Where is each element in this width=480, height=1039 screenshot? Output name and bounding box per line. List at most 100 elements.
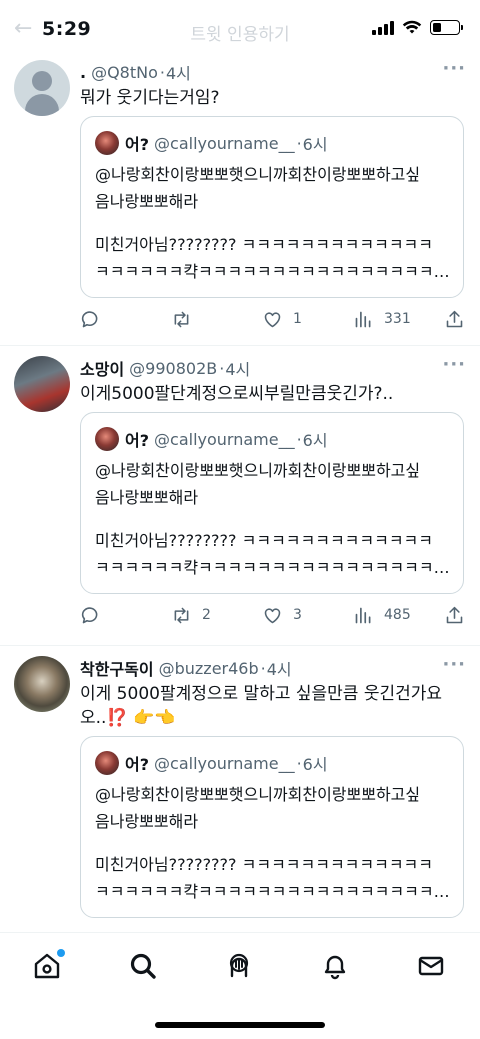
- display-name[interactable]: 소망이: [80, 356, 124, 380]
- quoted-time-separator: ·: [296, 753, 302, 773]
- views-button[interactable]: 485: [353, 605, 413, 626]
- retweet-count: 2: [202, 607, 211, 623]
- reply-feed[interactable]: . @Q8tNo · 4시 ··· 뭐가 웃기다는거임? 어? @callyou…: [0, 50, 480, 932]
- quoted-handle: @callyourname__: [154, 429, 295, 449]
- quoted-text-line: ㅋㅋㅋㅋㅋㅋ캭ㅋㅋㅋㅋㅋㅋㅋㅋㅋㅋㅋㅋㅋㅋㅋㅋㅋㅋㅋㅋ...: [95, 882, 453, 901]
- view-count: 331: [384, 311, 411, 327]
- quoted-text-line: 음나랑뽀뽀해라: [95, 192, 199, 211]
- home-indicator[interactable]: [155, 1022, 325, 1028]
- heart-icon: [264, 311, 281, 327]
- quoted-tweet-header: 어? @callyourname__ · 6시: [95, 131, 453, 155]
- heart-icon: [264, 607, 281, 623]
- display-name[interactable]: 착한구독이: [80, 656, 154, 680]
- time-separator: ·: [219, 358, 225, 378]
- tweet[interactable]: 소망이 @990802B · 4시 ··· 이게5000팔단계정으로씨부릴만큼웃…: [0, 346, 480, 646]
- avatar[interactable]: [14, 656, 70, 712]
- views-chart-icon: [355, 607, 371, 623]
- tweet-header: 소망이 @990802B · 4시: [80, 356, 464, 380]
- battery-level: [433, 23, 442, 32]
- quoted-avatar: [95, 131, 119, 155]
- more-options-icon[interactable]: ···: [442, 354, 466, 375]
- tab-notifications[interactable]: [320, 951, 352, 983]
- quoted-handle: @callyourname__: [154, 133, 295, 153]
- more-options-icon[interactable]: ···: [442, 58, 466, 79]
- tab-home[interactable]: [32, 949, 65, 983]
- retweet-button[interactable]: 2: [171, 605, 231, 626]
- time-separator: ·: [260, 658, 266, 678]
- quoted-text-line: ㅋㅋㅋㅋㅋㅋ캭ㅋㅋㅋㅋㅋㅋㅋㅋㅋㅋㅋㅋㅋㅋㅋㅋㅋㅋㅋㅋ...: [95, 558, 453, 577]
- quoted-text-line: @나랑회찬이랑뽀뽀햇으니까회찬이랑뽀뽀하고싶: [95, 461, 421, 480]
- timestamp[interactable]: 4시: [166, 60, 191, 84]
- display-name[interactable]: .: [80, 63, 86, 82]
- like-count: 1: [293, 311, 302, 327]
- tweet[interactable]: . @Q8tNo · 4시 ··· 뭐가 웃기다는거임? 어? @callyou…: [0, 50, 480, 346]
- like-button[interactable]: 1: [262, 309, 322, 330]
- tweet-text: 이게 5000팔계정으로 말하고 싶을만큼 웃긴건가요 오..⁉️ 👉👈: [80, 682, 464, 730]
- like-count: 3: [293, 607, 302, 623]
- retweet-icon: [174, 311, 189, 327]
- tab-messages[interactable]: [416, 951, 448, 983]
- tweet-header: . @Q8tNo · 4시: [80, 60, 464, 84]
- notification-dot: [57, 949, 65, 957]
- handle[interactable]: @Q8tNo: [91, 63, 158, 82]
- quoted-text-line: ㅋㅋㅋㅋㅋㅋ캭ㅋㅋㅋㅋㅋㅋㅋㅋㅋㅋㅋㅋㅋㅋㅋㅋㅋㅋㅋㅋ...: [95, 262, 453, 281]
- quoted-text-line: @나랑회찬이랑뽀뽀햇으니까회찬이랑뽀뽀하고싶: [95, 165, 421, 184]
- quoted-time-separator: ·: [296, 133, 302, 153]
- quoted-text-line: 미친거아님???????? ㅋㅋㅋㅋㅋㅋㅋㅋㅋㅋㅋㅋㅋ: [95, 855, 433, 874]
- bell-icon: [324, 955, 346, 980]
- battery-icon: [430, 20, 463, 35]
- quoted-display-name: 어?: [125, 755, 150, 774]
- quoted-timestamp: 6시: [302, 755, 328, 774]
- status-time: 5:29: [42, 18, 92, 40]
- quoted-tweet-header: 어? @callyourname__ · 6시: [95, 751, 453, 775]
- quoted-text-line: 음나랑뽀뽀해라: [95, 488, 199, 507]
- view-count: 485: [384, 607, 411, 623]
- handle[interactable]: @990802B: [129, 359, 217, 378]
- handle[interactable]: @buzzer46b: [159, 659, 259, 678]
- tweet-text-line: 이게 5000팔계정으로 말하고 싶을만큼 웃긴건가요: [80, 684, 443, 704]
- avatar[interactable]: [14, 60, 70, 116]
- quoted-text-line: @나랑회찬이랑뽀뽀햇으니까회찬이랑뽀뽀하고싶: [95, 785, 421, 804]
- tab-search[interactable]: [128, 951, 160, 983]
- quoted-time-separator: ·: [296, 429, 302, 449]
- avatar[interactable]: [14, 356, 70, 412]
- more-options-icon[interactable]: ···: [442, 654, 466, 675]
- cellular-signal-icon: [372, 20, 394, 35]
- retweet-button[interactable]: [171, 309, 231, 330]
- spaces-microphone-icon: [229, 953, 249, 978]
- timestamp[interactable]: 4시: [267, 656, 292, 680]
- quoted-text-line: 미친거아님???????? ㅋㅋㅋㅋㅋㅋㅋㅋㅋㅋㅋㅋㅋ: [95, 235, 433, 254]
- retweet-icon: [174, 607, 189, 623]
- quoted-tweet-header: 어? @callyourname__ · 6시: [95, 427, 453, 451]
- wifi-icon: [402, 20, 422, 34]
- reply-icon: [81, 606, 98, 623]
- reply-button[interactable]: [80, 605, 140, 626]
- share-button[interactable]: [444, 605, 466, 626]
- tweet-header: 착한구독이 @buzzer46b · 4시: [80, 656, 464, 680]
- views-chart-icon: [355, 311, 371, 327]
- quoted-tweet[interactable]: 어? @callyourname__ · 6시 @나랑회찬이랑뽀뽀햇으니까회찬이…: [80, 412, 464, 594]
- quoted-timestamp: 6시: [302, 135, 328, 154]
- quoted-tweet[interactable]: 어? @callyourname__ · 6시 @나랑회찬이랑뽀뽀햇으니까회찬이…: [80, 116, 464, 298]
- timestamp[interactable]: 4시: [225, 356, 250, 380]
- like-button[interactable]: 3: [262, 605, 322, 626]
- tweet[interactable]: 착한구독이 @buzzer46b · 4시 ··· 이게 5000팔계정으로 말…: [0, 646, 480, 932]
- reply-button[interactable]: [80, 309, 140, 330]
- quoted-tweet[interactable]: 어? @callyourname__ · 6시 @나랑회찬이랑뽀뽀햇으니까회찬이…: [80, 736, 464, 918]
- status-icons: [372, 20, 463, 35]
- quoted-avatar: [95, 751, 119, 775]
- quoted-display-name: 어?: [125, 431, 150, 450]
- time-separator: ·: [159, 62, 165, 82]
- tab-spaces[interactable]: [224, 951, 256, 983]
- search-icon: [130, 953, 156, 979]
- quoted-handle: @callyourname__: [154, 753, 295, 773]
- quoted-text-line: 음나랑뽀뽀해라: [95, 812, 199, 831]
- tweet-text: 뭐가 웃기다는거임?: [80, 88, 220, 108]
- quoted-timestamp: 6시: [302, 431, 328, 450]
- share-icon: [446, 310, 463, 327]
- share-button[interactable]: [444, 309, 466, 330]
- tweet-actions: 2 3 485: [80, 602, 466, 628]
- quoted-text-line: 미친거아님???????? ㅋㅋㅋㅋㅋㅋㅋㅋㅋㅋㅋㅋㅋ: [95, 531, 433, 550]
- envelope-icon: [418, 956, 444, 976]
- views-button[interactable]: 331: [353, 309, 413, 330]
